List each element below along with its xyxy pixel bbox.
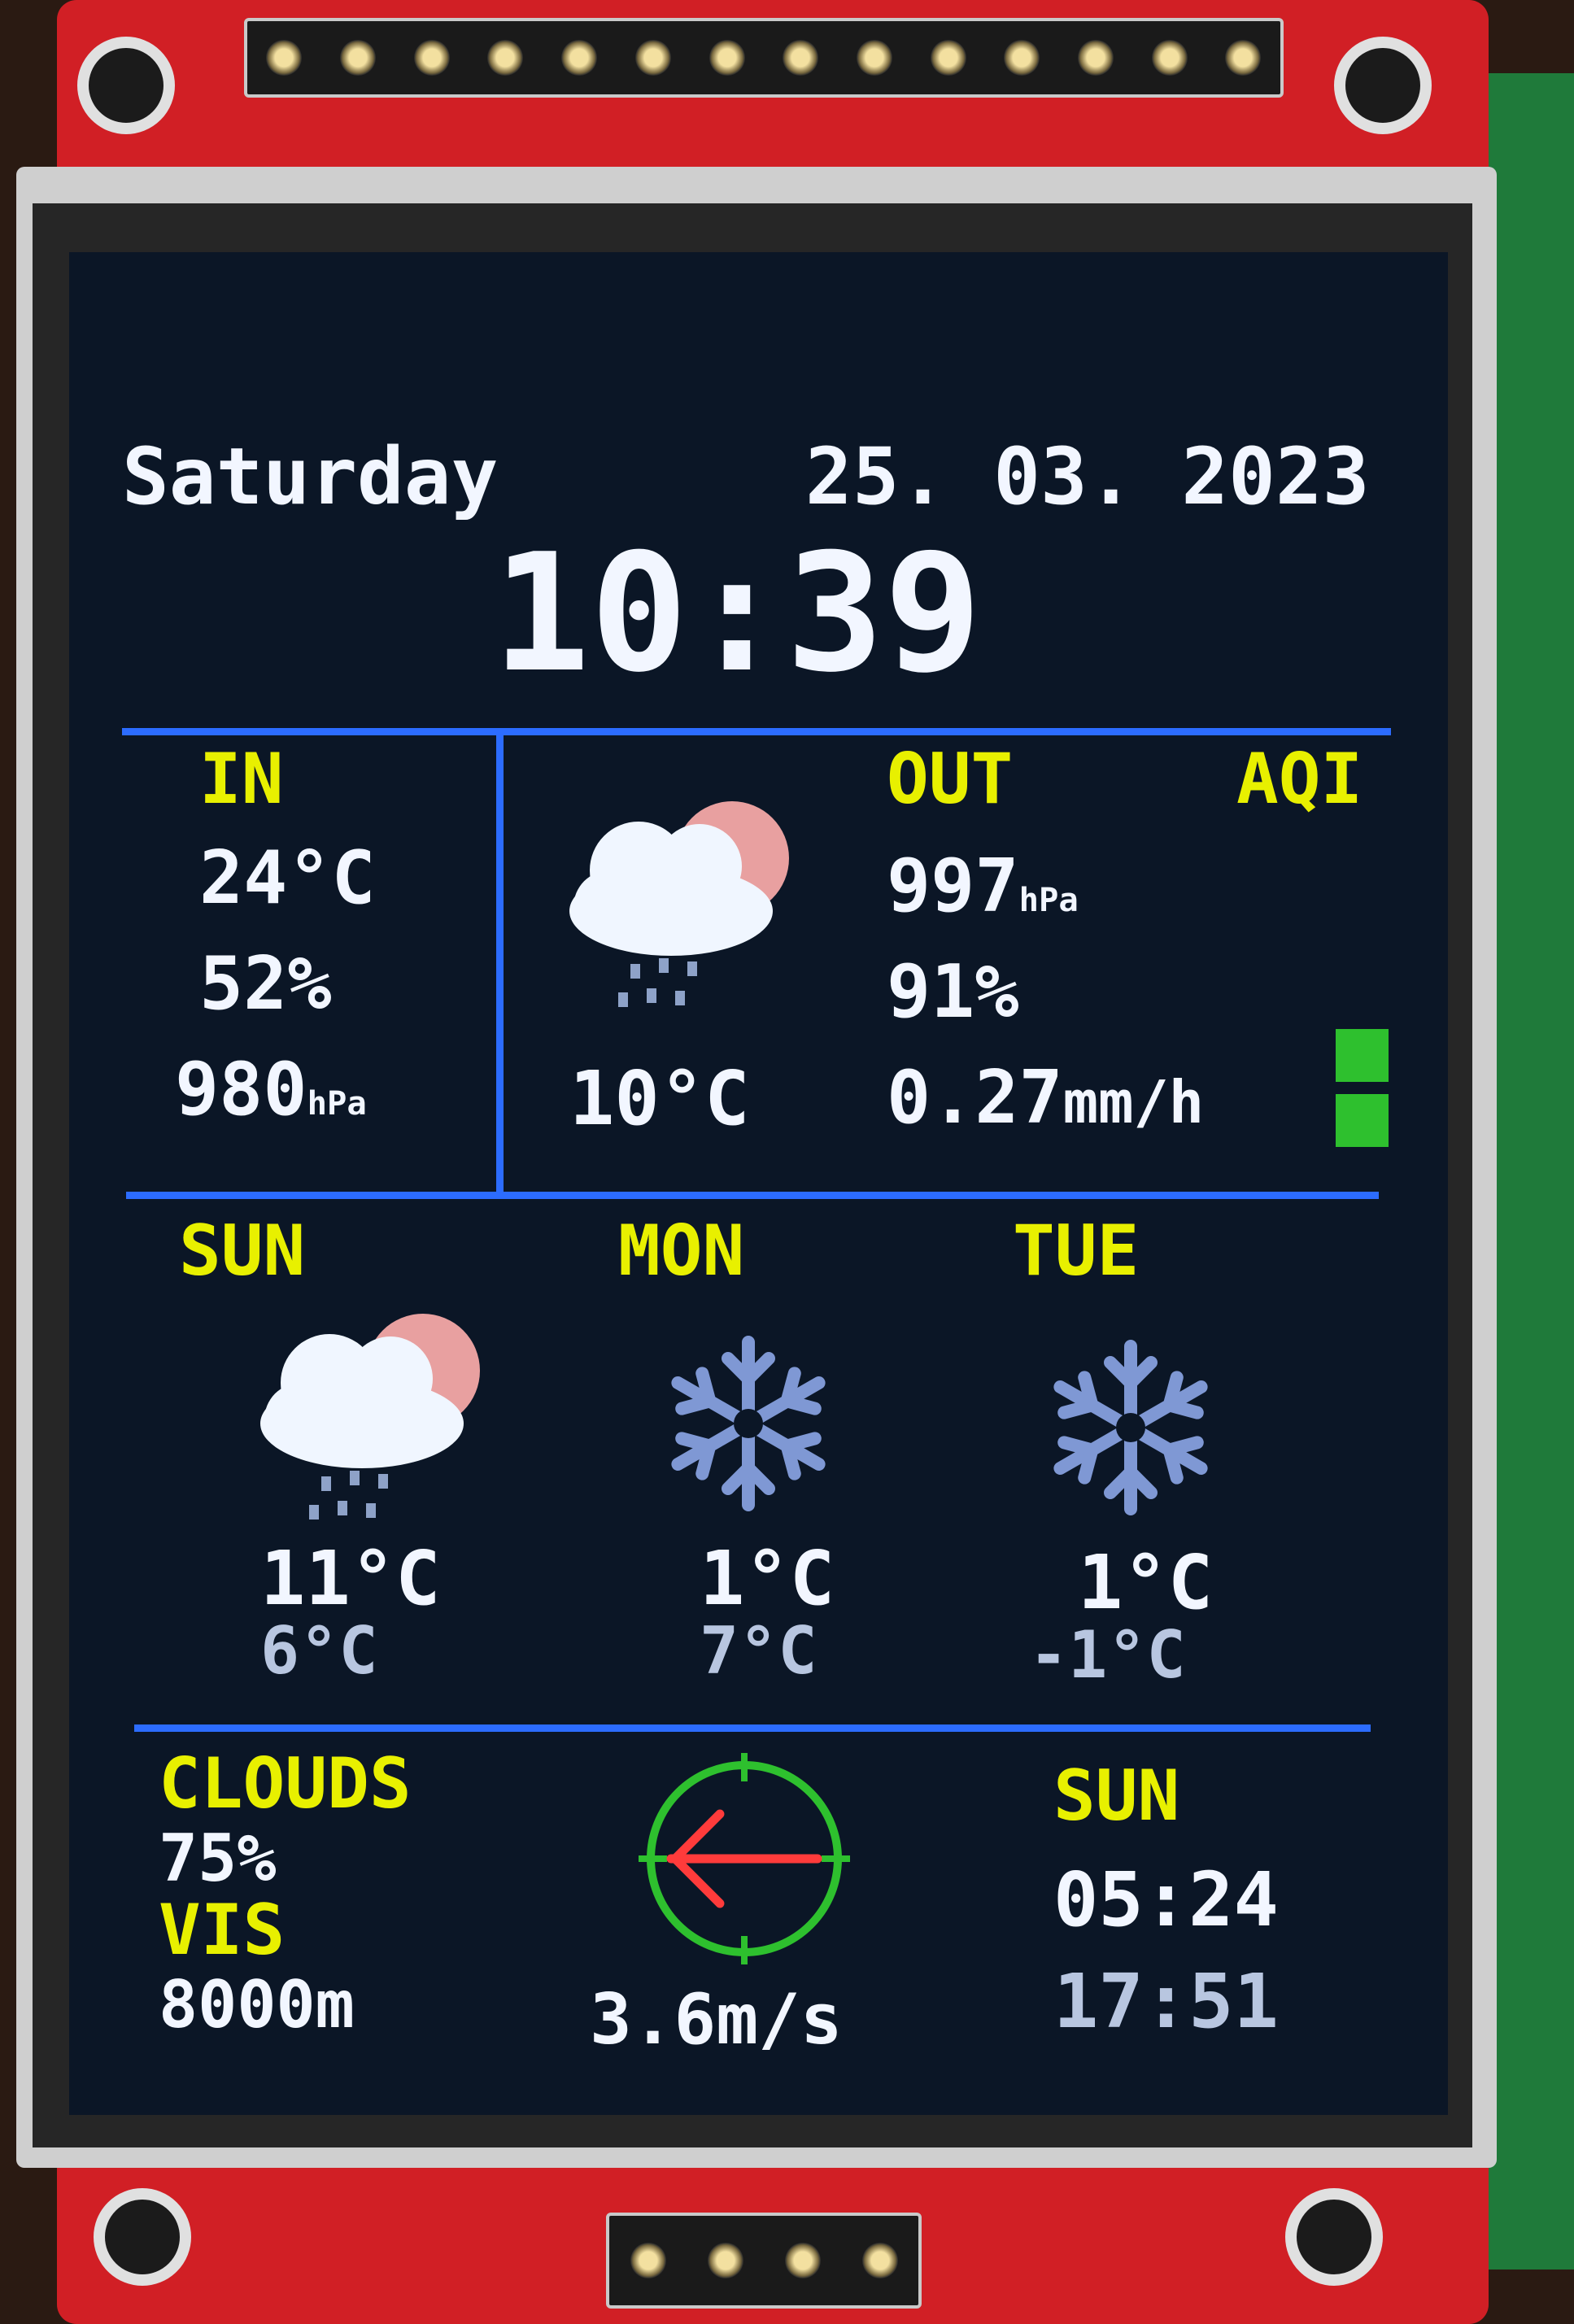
- indoor-pressure: 980hPa: [175, 1047, 367, 1132]
- outdoor-humidity: 91%: [887, 949, 1019, 1035]
- divider-bottom: [134, 1724, 1371, 1732]
- visibility-label: VIS: [159, 1890, 286, 1971]
- forecast-2-low: 7°C: [700, 1613, 818, 1689]
- visibility-value: 8000m: [159, 1967, 355, 2043]
- divider-in-out: [496, 732, 504, 1196]
- weather-station-screen: Saturday 25. 03. 2023 10:39 IN 24°C 52% …: [69, 252, 1448, 2115]
- clouds-label: CLOUDS: [159, 1743, 412, 1825]
- forecast-day-1: SUN: [179, 1210, 306, 1292]
- forecast-1-high: 11°C: [260, 1535, 441, 1622]
- mount-hole-top-left: [77, 37, 175, 134]
- clock-time: 10:39: [492, 519, 983, 709]
- weekday: Saturday: [122, 431, 499, 522]
- mount-hole-bottom-left: [94, 2188, 191, 2286]
- forecast-3-low: -1°C: [1029, 1617, 1186, 1693]
- forecast-3-snowflake-icon: [1053, 1340, 1208, 1515]
- outdoor-rain-unit: mm/h: [1062, 1068, 1205, 1136]
- wind-speed: 3.6m/s: [590, 1979, 843, 2060]
- mount-hole-top-right: [1334, 37, 1432, 134]
- indoor-label: IN: [199, 739, 284, 820]
- aqi-level-bar-lower: [1336, 1094, 1389, 1147]
- sunrise-time: 05:24: [1053, 1856, 1279, 1943]
- outdoor-pressure-unit: hPa: [1018, 880, 1079, 919]
- forecast-day-3: TUE: [1013, 1210, 1140, 1292]
- wind-arrow-icon: [666, 1809, 822, 1908]
- mount-hole-bottom-right: [1285, 2188, 1383, 2286]
- forecast-1-cloud-sun-rain-icon: [260, 1314, 480, 1520]
- wind-direction-compass-icon: [639, 1753, 850, 1964]
- pin-header-bottom: [606, 2213, 922, 2309]
- forecast-3-high: 1°C: [1078, 1539, 1214, 1626]
- divider-top: [122, 728, 1391, 735]
- sunset-time: 17:51: [1053, 1958, 1279, 2045]
- indoor-pressure-unit: hPa: [307, 1084, 367, 1123]
- forecast-2-snowflake-icon: [671, 1336, 826, 1511]
- aqi-level-bar-upper: [1336, 1029, 1389, 1082]
- outdoor-label: OUT: [887, 739, 1014, 820]
- aqi-label: AQI: [1236, 739, 1363, 820]
- divider-middle: [126, 1192, 1379, 1199]
- indoor-temperature: 24°C: [199, 835, 376, 921]
- sun-label: SUN: [1053, 1755, 1180, 1837]
- forecast-2-high: 1°C: [700, 1535, 835, 1622]
- outdoor-pressure: 997hPa: [887, 844, 1079, 929]
- clouds-value: 75%: [159, 1820, 277, 1896]
- indoor-humidity: 52%: [199, 941, 332, 1027]
- pin-header-top: [244, 18, 1284, 98]
- outdoor-temperature: 10°C: [569, 1055, 750, 1142]
- outdoor-rain: 0.27mm/h: [887, 1055, 1205, 1140]
- forecast-day-2: MON: [618, 1210, 745, 1292]
- forecast-1-low: 6°C: [260, 1613, 378, 1689]
- date: 25. 03. 2023: [805, 431, 1370, 522]
- outdoor-weather-icon: [569, 801, 789, 1007]
